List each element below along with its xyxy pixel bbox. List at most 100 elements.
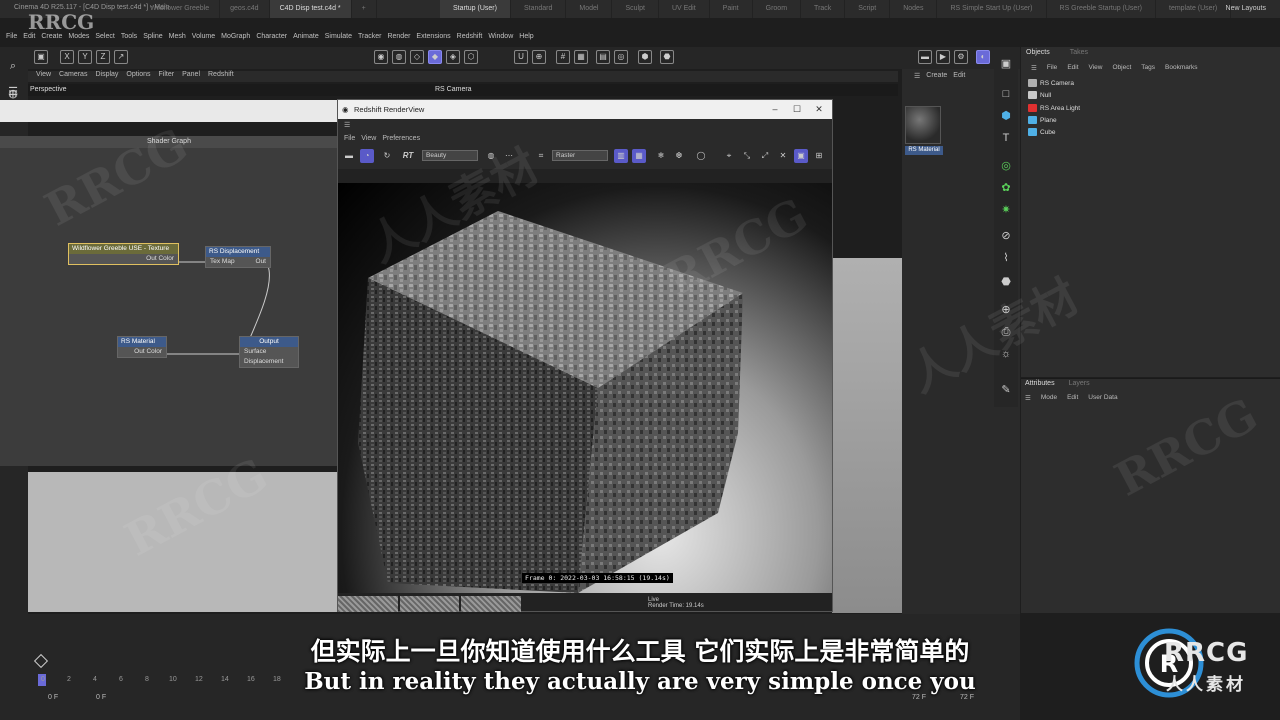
- material-label[interactable]: RS Material: [905, 146, 943, 155]
- menu-select[interactable]: Select: [95, 33, 114, 45]
- menu-animate[interactable]: Animate: [293, 33, 319, 45]
- cloner-icon[interactable]: ✿: [999, 181, 1013, 195]
- layout-tab[interactable]: Model: [566, 0, 613, 18]
- layout-tab[interactable]: RS Greeble Startup (User): [1047, 0, 1156, 18]
- crop-icon[interactable]: ⌗: [534, 149, 548, 163]
- objects-menu-edit[interactable]: Edit: [1067, 64, 1078, 75]
- render-canvas[interactable]: Frame 0: 2022-03-03 16:58:15 (19.14s): [338, 183, 832, 593]
- node-port-in[interactable]: Tex Map: [210, 257, 235, 267]
- maximize-icon[interactable]: ☐: [786, 100, 808, 119]
- minimize-icon[interactable]: –: [764, 100, 786, 119]
- snapshot-thumb[interactable]: [461, 596, 522, 612]
- workplane-icon[interactable]: ▦: [574, 50, 588, 64]
- aov-select[interactable]: Beauty: [422, 150, 478, 161]
- generator-icon[interactable]: ◎: [999, 159, 1013, 173]
- ipr-icon[interactable]: ⬣: [660, 50, 674, 64]
- vp-menu-redshift[interactable]: Redshift: [208, 71, 234, 82]
- tab-objects[interactable]: Objects: [1026, 49, 1050, 60]
- snowflake-icon[interactable]: ❄: [654, 149, 668, 163]
- menu-mograph[interactable]: MoGraph: [221, 33, 250, 45]
- node-port[interactable]: Displacement: [240, 357, 298, 367]
- end-frame-field[interactable]: 72 F: [912, 694, 926, 701]
- doc-tab[interactable]: geos.c4d: [220, 0, 270, 18]
- text-icon[interactable]: T: [999, 131, 1013, 145]
- objects-menu-view[interactable]: View: [1089, 64, 1103, 75]
- max-frame-field[interactable]: 72 F: [960, 694, 974, 701]
- node-rs-material[interactable]: RS Material Out Color: [117, 336, 167, 358]
- coord-system-icon[interactable]: ↗: [114, 50, 128, 64]
- menu-tools[interactable]: Tools: [121, 33, 137, 45]
- layout-tab[interactable]: Standard: [511, 0, 567, 18]
- color-wheel-icon[interactable]: ◍: [484, 149, 498, 163]
- rt-icon[interactable]: RT: [398, 149, 418, 163]
- objects-menu-tags[interactable]: Tags: [1141, 64, 1155, 75]
- circle-icon[interactable]: ◯: [694, 149, 708, 163]
- object-row[interactable]: Cube: [1028, 127, 1056, 138]
- search-icon[interactable]: ⌕: [6, 59, 20, 73]
- refresh-icon[interactable]: ↻: [380, 149, 394, 163]
- node-port[interactable]: Surface: [240, 347, 298, 357]
- menu-edit[interactable]: Edit: [23, 33, 35, 45]
- vp-menu-view[interactable]: View: [36, 71, 51, 82]
- vp-menu-filter[interactable]: Filter: [159, 71, 175, 82]
- spline-icon[interactable]: ⌇: [999, 251, 1013, 265]
- menu-character[interactable]: Character: [256, 33, 287, 45]
- layout-tab-startup[interactable]: Startup (User): [440, 0, 511, 18]
- start-frame-field[interactable]: 0 F: [48, 694, 58, 701]
- lock-icon[interactable]: ⊕: [532, 50, 546, 64]
- menu-simulate[interactable]: Simulate: [325, 33, 352, 45]
- axis-z-button[interactable]: Z: [96, 50, 110, 64]
- menu-mesh[interactable]: Mesh: [169, 33, 186, 45]
- render-settings-icon[interactable]: ◎: [614, 50, 628, 64]
- node-rs-displacement[interactable]: RS Displacement Tex Map Out: [205, 246, 271, 268]
- globe-icon[interactable]: ⊕: [999, 303, 1013, 317]
- object-row[interactable]: RS Camera: [1028, 78, 1074, 89]
- objects-menu-object[interactable]: Object: [1113, 64, 1132, 75]
- menu-render[interactable]: Render: [387, 33, 410, 45]
- node-port[interactable]: Out Color: [69, 254, 178, 264]
- axis-x-button[interactable]: X: [60, 50, 74, 64]
- square-icon[interactable]: □: [999, 87, 1013, 101]
- menu-tracker[interactable]: Tracker: [358, 33, 381, 45]
- layout-tab[interactable]: Track: [801, 0, 846, 18]
- menu-extensions[interactable]: Extensions: [416, 33, 450, 45]
- layout-tab[interactable]: Paint: [710, 0, 753, 18]
- menu-create[interactable]: Create: [41, 33, 62, 45]
- tag-icon[interactable]: ⊘: [999, 229, 1013, 243]
- objects-menu-hamburger-icon[interactable]: ☰: [1031, 64, 1037, 75]
- current-frame-field[interactable]: 0 F: [96, 694, 106, 701]
- cube-icon[interactable]: ⬢: [999, 109, 1013, 123]
- menu-window[interactable]: Window: [488, 33, 513, 45]
- objects-menu-file[interactable]: File: [1047, 64, 1057, 75]
- clapboard-settings-icon[interactable]: ⚙: [954, 50, 968, 64]
- edit-icon[interactable]: ✎: [999, 383, 1013, 397]
- node-output[interactable]: Output Surface Displacement: [239, 336, 299, 368]
- layout-tab[interactable]: UV Edit: [659, 0, 710, 18]
- layout-tab[interactable]: Groom: [753, 0, 802, 18]
- node-port[interactable]: Out Color: [118, 347, 166, 357]
- start-ipr-icon[interactable]: ◔: [360, 149, 374, 163]
- material-menu-create[interactable]: Create: [926, 72, 947, 82]
- snowflake-all-icon[interactable]: ❆: [672, 149, 686, 163]
- mode-select[interactable]: Raster: [552, 150, 608, 161]
- focus-icon[interactable]: ⌖: [722, 149, 736, 163]
- object-mode-icon[interactable]: ⬡: [464, 50, 478, 64]
- viewport-camera[interactable]: RS Camera: [435, 86, 472, 93]
- clapboard-icon[interactable]: ▬: [342, 149, 356, 163]
- node-texture[interactable]: Wildflower Greeble USE - Texture Out Col…: [68, 243, 179, 265]
- layout-grid-icon[interactable]: ▦: [632, 149, 646, 163]
- layout-single-icon[interactable]: ▥: [614, 149, 628, 163]
- attributes-menu-hamburger-icon[interactable]: ☰: [1025, 394, 1031, 402]
- layout-tab[interactable]: template (User): [1156, 0, 1232, 18]
- redshift-icon[interactable]: ⬢: [638, 50, 652, 64]
- material-menu-hamburger-icon[interactable]: ☰: [914, 72, 920, 82]
- polygon-mode-icon[interactable]: ◆: [428, 50, 442, 64]
- cube-select-icon[interactable]: ▣: [999, 57, 1013, 71]
- menu-volume[interactable]: Volume: [192, 33, 215, 45]
- snap-icon[interactable]: U: [514, 50, 528, 64]
- add-snapshot-icon[interactable]: ⊞: [812, 149, 826, 163]
- snapshot-thumb[interactable]: [399, 596, 460, 612]
- tab-attributes[interactable]: Attributes: [1025, 380, 1055, 387]
- tab-takes[interactable]: Takes: [1070, 49, 1088, 60]
- doc-tab-active[interactable]: C4D Disp test.c4d *: [269, 0, 352, 18]
